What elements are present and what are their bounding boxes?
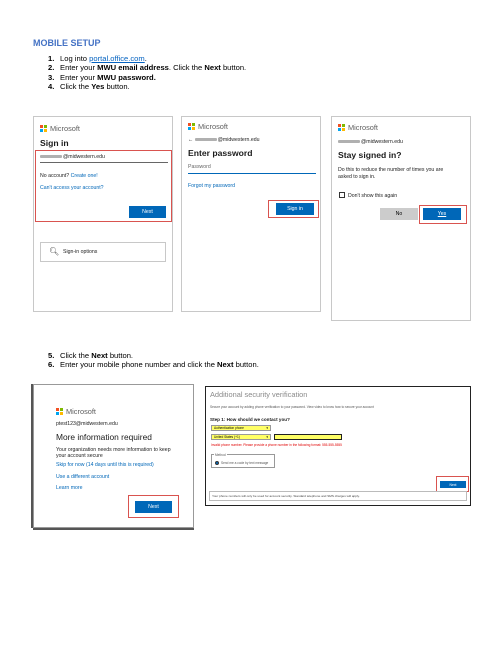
microsoft-logo: Microsoft — [56, 407, 96, 416]
steps-list-first: 1. Log into portal.office.com. 2. Enter yo… — [48, 54, 246, 91]
no-button[interactable]: No — [380, 208, 418, 220]
text-message-radio[interactable] — [215, 461, 219, 465]
step-item: 1. Log into portal.office.com. — [48, 54, 147, 63]
microsoft-logo: Microsoft — [338, 123, 378, 132]
highlight-box — [436, 476, 469, 492]
key-icon: 🔍︎ — [49, 247, 60, 256]
portal-link[interactable]: portal.office.com — [89, 54, 145, 63]
phone-number-input[interactable] — [274, 434, 342, 440]
stay-signed-in-screenshot: Microsoft @midwestern.edu Stay signed in… — [331, 116, 471, 321]
password-input[interactable]: Password — [188, 164, 211, 170]
country-select[interactable]: United States (+1) ▾ — [211, 434, 271, 440]
auth-method-select[interactable]: Authentication phone ▾ — [211, 425, 271, 431]
password-title: Enter password — [188, 148, 253, 158]
identity-row: @midwestern.edu — [338, 139, 403, 145]
step-heading: Step 1: How should we contact you? — [210, 417, 290, 422]
learn-more-link[interactable]: Learn more — [56, 485, 83, 491]
microsoft-logo-icon — [56, 408, 63, 415]
security-subtitle: Secure your account by adding phone veri… — [210, 405, 374, 409]
chevron-down-icon: ▾ — [266, 426, 268, 430]
more-info-title: More information required — [56, 432, 152, 442]
stay-body-line1: Do this to reduce the number of times yo… — [338, 167, 444, 173]
microsoft-logo: Microsoft — [40, 124, 80, 133]
text-message-label: Send me a code by text message — [221, 461, 269, 465]
identity-row: ← @midwestern.edu — [188, 137, 260, 143]
microsoft-logo-icon — [338, 124, 345, 131]
signin-screenshot: Microsoft Sign in @midwestern.edu No acc… — [33, 116, 173, 312]
back-arrow-icon[interactable]: ← — [188, 137, 193, 143]
step-item: 6. Enter your mobile phone number and cli… — [48, 360, 259, 370]
more-info-body-line2: your account secure — [56, 453, 103, 459]
highlight-box — [128, 495, 179, 518]
dont-show-label: Don't show this again — [348, 193, 398, 199]
highlight-box — [268, 200, 319, 218]
forgot-password-link[interactable]: Forgot my password — [188, 183, 235, 189]
stay-body-line2: asked to sign in. — [338, 174, 376, 180]
document-heading: MOBILE SETUP — [33, 38, 101, 48]
security-title: Additional security verification — [210, 390, 308, 399]
password-input-underline — [188, 173, 316, 174]
password-screenshot: Microsoft ← @midwestern.edu Enter passwo… — [181, 116, 321, 312]
steps-list-second: 5. Click the Next button. 6. Enter your mo… — [48, 351, 259, 370]
step-item: 4. Click the Yes button. — [48, 81, 130, 91]
step-item: 3. Enter your MWU password. — [48, 72, 156, 82]
security-footer-note: Your phone numbers will only be used for… — [209, 491, 467, 501]
method-fieldset: Method Send me a code by text message — [211, 453, 275, 468]
stay-signed-in-title: Stay signed in? — [338, 150, 402, 160]
use-different-account-link[interactable]: Use a different account — [56, 474, 109, 480]
highlight-box — [35, 150, 172, 222]
account-email: ptest123@midwestern.edu — [56, 421, 118, 427]
phone-error-message: Invalid phone number. Please provide a p… — [211, 443, 342, 447]
step-item: 5. Click the Next button. — [48, 351, 134, 360]
highlight-box — [419, 205, 467, 224]
microsoft-logo-icon — [188, 123, 195, 130]
chevron-down-icon: ▾ — [266, 435, 268, 439]
microsoft-logo-icon — [40, 125, 47, 132]
method-legend: Method — [214, 453, 227, 457]
security-verification-screenshot: Additional security verification Secure … — [205, 386, 471, 506]
more-info-screenshot: Microsoft ptest123@midwestern.edu More i… — [33, 384, 194, 528]
signin-options-button[interactable]: 🔍︎ Sign-in options — [40, 242, 166, 262]
microsoft-logo: Microsoft — [188, 122, 228, 131]
skip-for-now-link[interactable]: Skip for now (14 days until this is requ… — [56, 462, 154, 468]
signin-title: Sign in — [40, 138, 69, 148]
dont-show-checkbox[interactable] — [339, 192, 345, 198]
step-item: 2. Enter your MWU email address. Click th… — [48, 63, 247, 73]
